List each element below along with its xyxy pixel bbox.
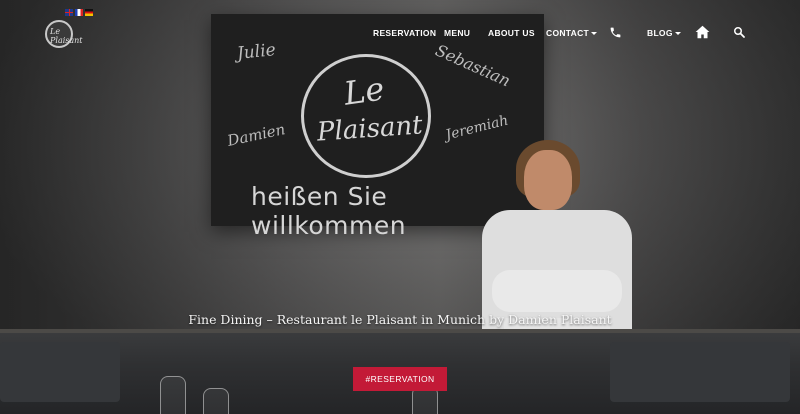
chalk-logo-le: Le — [341, 69, 387, 113]
nav-contact-dropdown[interactable]: CONTACT — [546, 28, 598, 38]
chevron-down-icon — [591, 32, 598, 36]
chalk-name-jeremiah: Jeremiah — [444, 112, 510, 144]
hero-background-photo: Julie Sebastian Damien Jeremiah Le Plais… — [0, 0, 800, 414]
chef-head — [524, 150, 572, 210]
chalk-name-damien: Damien — [225, 120, 287, 150]
nav-contact-label: CONTACT — [546, 28, 590, 38]
nav-blog-dropdown[interactable]: BLOG — [647, 28, 681, 38]
nav-reservation[interactable]: RESERVATION — [373, 28, 436, 38]
logo-text: Le Plaisant — [50, 27, 83, 45]
chevron-down-icon — [674, 32, 681, 36]
nav-about-us[interactable]: ABOUT US — [488, 28, 535, 38]
top-navigation: Le Plaisant RESERVATION MENU ABOUT US CO… — [0, 0, 800, 60]
bench-cushion — [610, 342, 790, 402]
nav-blog-label: BLOG — [647, 28, 673, 38]
de-flag-icon[interactable] — [85, 9, 93, 16]
wine-glass — [160, 376, 186, 414]
hero-title: Fine Dining – Restaurant le Plaisant in … — [188, 312, 612, 327]
site-logo[interactable]: Le Plaisant — [45, 20, 83, 48]
search-icon[interactable] — [733, 26, 745, 38]
reservation-cta-button[interactable]: #RESERVATION — [353, 367, 447, 391]
bench-cushion — [0, 342, 120, 402]
wine-glass — [203, 388, 229, 414]
phone-icon[interactable] — [609, 26, 622, 39]
uk-flag-icon[interactable] — [65, 9, 73, 16]
fr-flag-icon[interactable] — [75, 9, 83, 16]
chef-crossed-arms — [492, 270, 622, 312]
nav-menu[interactable]: MENU — [444, 28, 470, 38]
home-icon[interactable] — [695, 25, 710, 39]
